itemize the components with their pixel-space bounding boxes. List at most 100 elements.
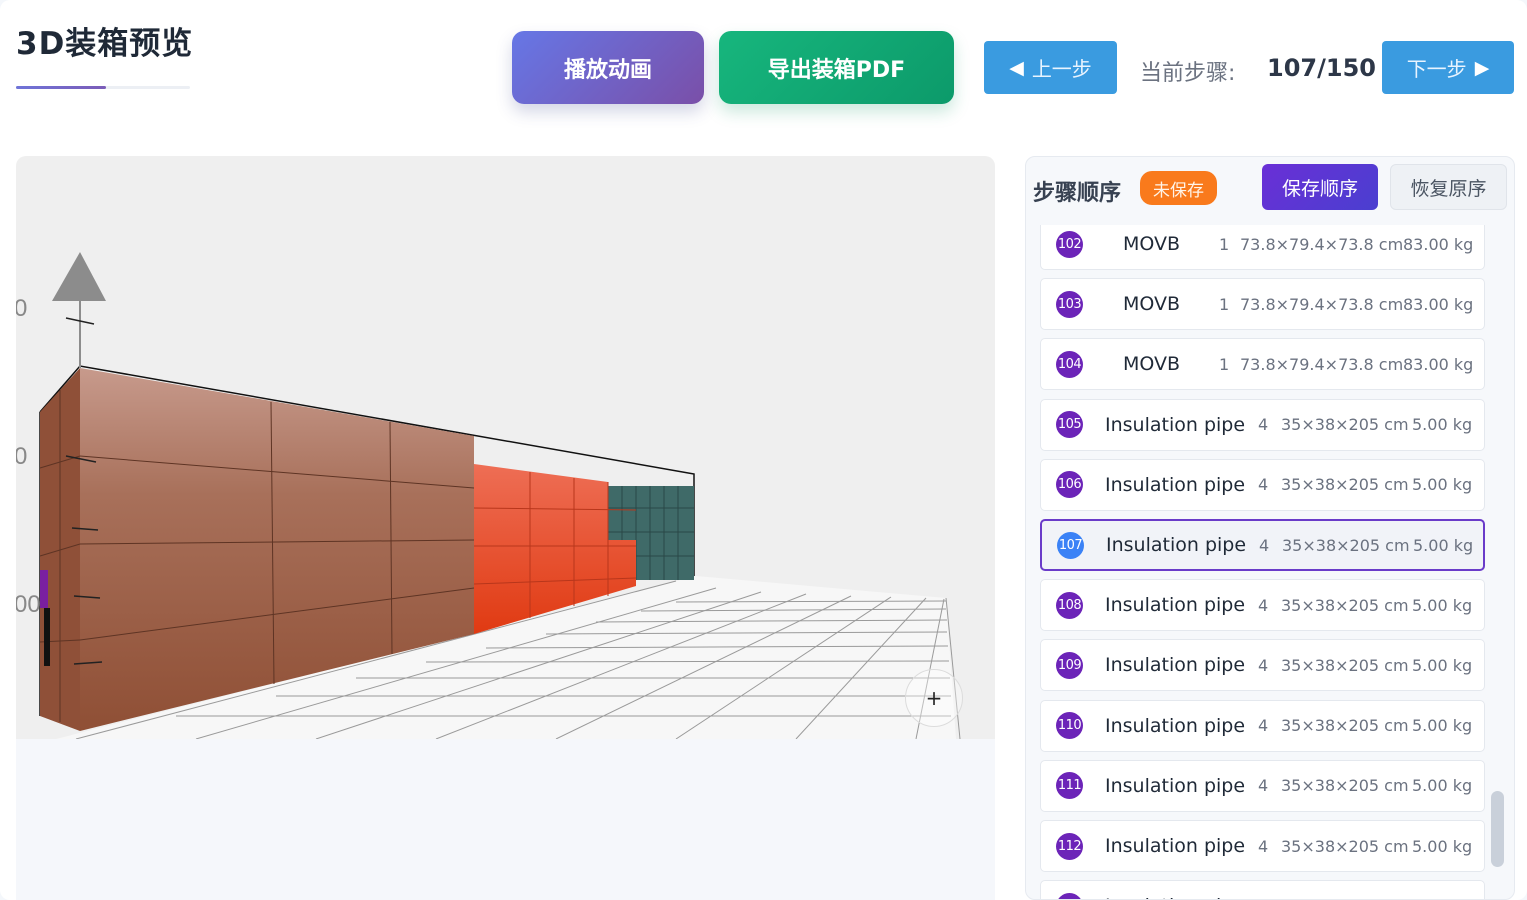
export-pdf-label: 导出装箱PDF [767,57,906,83]
step-item[interactable]: 111 Insulation pipe 4 35×38×205 cm 5.00 kg [1040,759,1485,812]
next-step-button[interactable]: 下一步 ▶ [1382,41,1514,94]
step-item[interactable]: 108 Insulation pipe 4 35×38×205 cm 5.00 kg [1040,579,1485,632]
step-item-quantity: 4 [1258,595,1269,615]
step-item-weight: 5.00 kg [1413,535,1474,555]
step-item-name: Insulation pipe [1105,413,1246,436]
step-number-badge: 113 [1056,892,1083,899]
step-item-name: MOVB [1123,353,1181,376]
3d-scene: 0 0 00 [16,252,961,739]
export-pdf-button[interactable]: 导出装箱PDF [719,31,954,104]
play-animation-label: 播放动画 [563,57,652,83]
current-step-value: 107/150 [1267,54,1376,82]
step-item-quantity: 4 [1258,475,1269,495]
step-item-weight: 5.00 kg [1412,475,1473,495]
step-item-weight: 5.00 kg [1412,776,1473,796]
step-item-dimensions: 35×38×205 cm [1281,415,1409,435]
step-item-name: Insulation pipe [1106,534,1247,556]
step-item-quantity: 4 [1258,836,1269,856]
play-animation-button[interactable]: 播放动画 [512,31,704,104]
step-item-name: MOVB [1123,233,1181,255]
step-item-weight: 83.00 kg [1403,294,1474,314]
title-underline [16,86,190,89]
step-item-dimensions: 73.8×79.4×73.8 cm [1240,294,1404,314]
step-number-badge: 109 [1056,651,1083,679]
step-item-name: Insulation pipe [1105,835,1246,857]
step-item-quantity: 4 [1258,415,1269,435]
step-item-weight: 83.00 kg [1403,354,1474,374]
step-item-quantity: 4 [1258,776,1269,796]
step-number-badge: 112 [1056,832,1083,860]
plus-icon[interactable]: + [905,669,963,727]
next-step-label: 下一步 [1406,57,1467,81]
step-number-badge: 108 [1056,591,1083,619]
step-number-badge: 111 [1056,772,1083,800]
step-item-name: Insulation pipe [1105,895,1245,899]
save-order-button[interactable]: 保存顺序 [1262,164,1378,210]
step-item[interactable]: 109 Insulation pipe 4 35×38×205 cm 5.00 kg [1040,639,1485,692]
step-item-dimensions: 35×38×205 cm [1281,595,1409,615]
step-item-dimensions: 73.8×79.4×73.8 cm [1240,234,1404,254]
step-number-badge: 105 [1056,411,1083,439]
step-item[interactable]: 104 MOVB 1 73.8×79.4×73.8 cm 83.00 kg [1040,338,1485,391]
step-item-name: Insulation pipe [1105,714,1246,737]
step-item-dimensions: 35×38×205 cm [1282,535,1410,555]
restore-order-button[interactable]: 恢复原序 [1390,164,1507,210]
purple-box [40,570,48,608]
step-item-dimensions: 35×38×205 cm [1281,776,1409,796]
current-step-label: 当前步骤: [1140,61,1236,86]
step-number-badge: 104 [1056,350,1083,378]
axis-tick-label-top: 0 [16,295,27,322]
step-item-name: Insulation pipe [1105,594,1246,617]
step-item-quantity: 1 [1219,294,1230,314]
triangle-left-icon: ◀ [1009,56,1024,79]
step-item[interactable]: 113Insulation pipe435×38×205 cm5.00 kg [1040,880,1485,899]
step-item-weight: 5.00 kg [1412,716,1473,736]
step-item-dimensions: 35×38×205 cm [1281,836,1409,856]
step-item-quantity: 4 [1258,655,1269,675]
step-item-quantity: 1 [1219,234,1230,254]
step-item-quantity: 1 [1219,354,1230,374]
step-item-dimensions: 35×38×205 cm [1281,655,1409,675]
axis-tick-label-low: 00 [16,591,41,618]
step-item-quantity: 4 [1258,716,1269,736]
step-item[interactable]: 106 Insulation pipe 4 35×38×205 cm 5.00 kg [1040,458,1485,511]
step-number-badge: 110 [1056,712,1083,740]
step-item-name: Insulation pipe [1105,774,1246,797]
axis-tick-label-mid: 0 [16,443,27,470]
step-item-weight: 5.00 kg [1412,655,1473,675]
step-item[interactable]: 110 Insulation pipe 4 35×38×205 cm 5.00 kg [1040,699,1485,752]
dark-box [44,608,50,666]
step-item-selected[interactable]: 107 Insulation pipe 4 35×38×205 cm 5.00 kg [1040,519,1485,571]
step-item-weight: 83.00 kg [1403,234,1474,254]
prev-step-button[interactable]: ◀ 上一步 [984,41,1117,94]
step-item-weight: 5.00 kg [1412,595,1473,615]
title-underline-fill [16,86,107,89]
viewport-footer-area [16,739,995,900]
step-number-badge: 102 [1056,230,1083,258]
step-item-weight: 5.00 kg [1412,836,1473,856]
step-item[interactable]: 102 MOVB 1 73.8×79.4×73.8 cm 83.00 kg [1040,225,1485,270]
step-item-dimensions: 73.8×79.4×73.8 cm [1240,354,1404,374]
3d-viewport[interactable]: 0 0 00 + [16,156,995,739]
step-item-name: Insulation pipe [1105,473,1246,496]
list-scrollbar[interactable] [1491,791,1504,867]
packing-preview-page: 3D装箱预览 播放动画 导出装箱PDF ◀ 上一步 当前步骤: 107/150 … [0,0,1527,900]
step-item-name: MOVB [1123,293,1181,316]
triangle-right-icon: ▶ [1474,56,1490,79]
step-item-weight: 5.00 kg [1412,415,1473,435]
step-number-badge: 107 [1057,531,1084,559]
step-item[interactable]: 112 Insulation pipe 4 35×38×205 cm 5.00 kg [1040,820,1485,872]
step-item-quantity: 4 [1259,535,1270,555]
step-item-dimensions: 35×38×205 cm [1281,716,1409,736]
step-item-dimensions: 35×38×205 cm [1281,475,1409,495]
step-order-panel: 步骤顺序 未保存 保存顺序 恢复原序 102 MOVB 1 73.8×79.4×73.… [1025,156,1515,900]
panel-title: 步骤顺序 [1033,181,1122,206]
step-item[interactable]: 103 MOVB 1 73.8×79.4×73.8 cm 83.00 kg [1040,278,1485,331]
step-item-name: Insulation pipe [1105,654,1246,677]
step-number-badge: 103 [1056,290,1083,318]
step-item[interactable]: 105 Insulation pipe 4 35×38×205 cm 5.00 kg [1040,398,1485,451]
prev-step-label: 上一步 [1031,57,1092,81]
step-number-badge: 106 [1056,471,1083,499]
page-title: 3D装箱预览 [16,26,194,62]
step-list[interactable]: 102 MOVB 1 73.8×79.4×73.8 cm 83.00 kg 103 MOVB… [1026,225,1514,899]
